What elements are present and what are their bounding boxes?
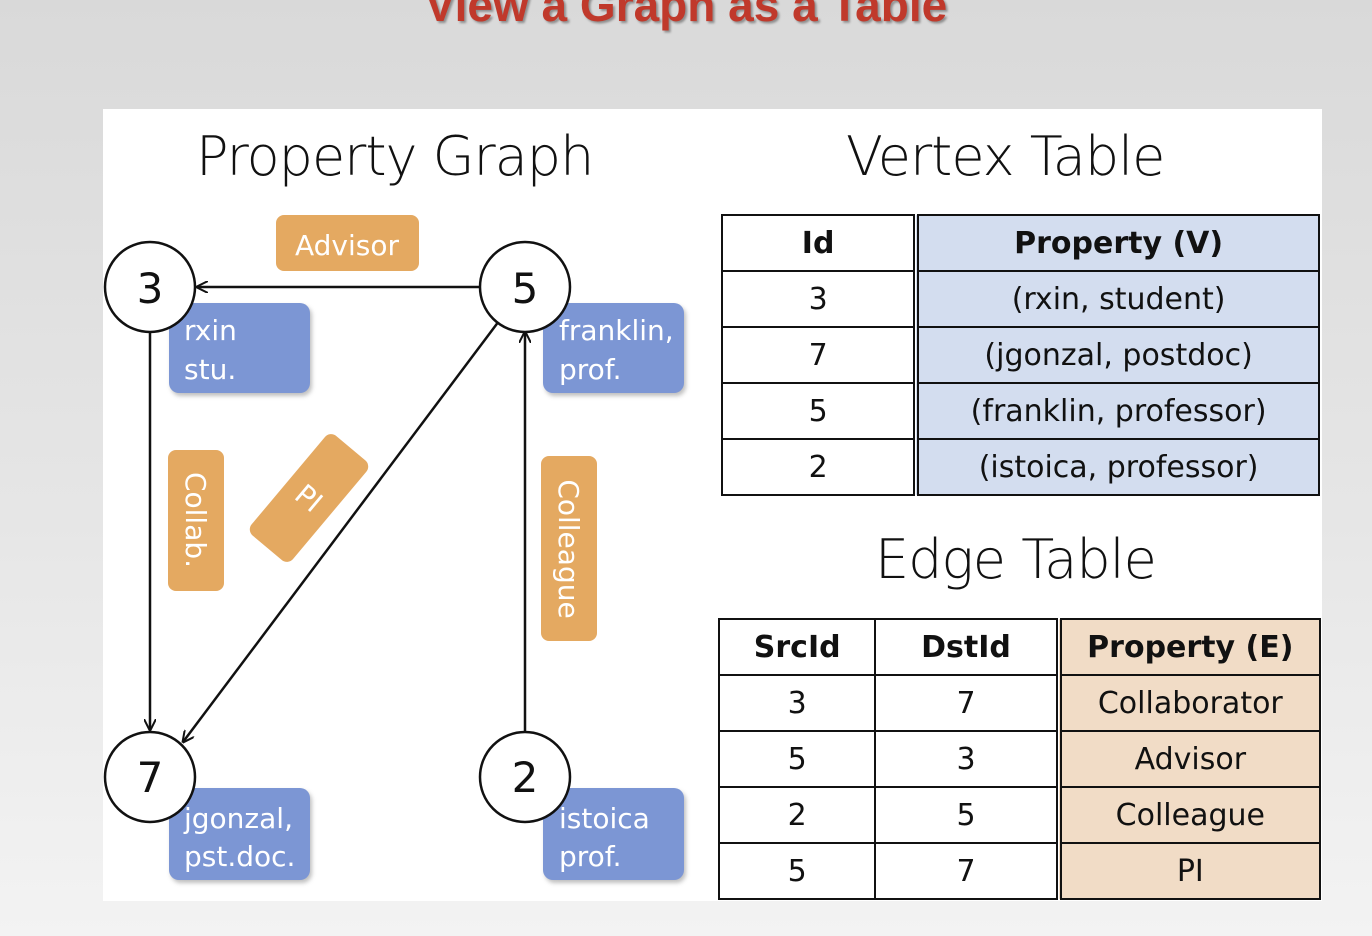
vertex-property-cell: (jgonzal, postdoc) xyxy=(913,326,1320,384)
src-id-cell: 5 xyxy=(717,730,877,788)
property-graph: Advisor Collab. PI Colleague rxin stu. f… xyxy=(103,215,684,880)
edge-property-cell: Colleague xyxy=(1055,786,1322,844)
vertex-id-cell: 7 xyxy=(720,326,918,384)
vertex-3: 3 xyxy=(103,240,197,334)
table-row: 5 3 Advisor xyxy=(717,730,1322,788)
vertex-property-cell: (rxin, student) xyxy=(913,270,1320,328)
svg-text:jgonzal,: jgonzal, xyxy=(183,802,293,835)
edge-property-cell: Advisor xyxy=(1055,730,1322,788)
dst-id-cell: 5 xyxy=(874,786,1060,844)
svg-text:prof.: prof. xyxy=(559,840,622,873)
src-id-cell: 5 xyxy=(717,842,877,900)
vertex-5: 5 xyxy=(478,240,572,334)
svg-text:5: 5 xyxy=(512,264,539,313)
edge-property-cell: PI xyxy=(1055,842,1322,900)
svg-text:prof.: prof. xyxy=(559,353,622,386)
vertex-property-cell: (franklin, professor) xyxy=(913,382,1320,440)
slide-title: View a Graph as a Table xyxy=(424,0,948,31)
column-header-property-e: Property (E) xyxy=(1055,618,1322,676)
dst-id-cell: 7 xyxy=(874,842,1060,900)
edge-table-header: SrcId DstId Property (E) xyxy=(717,618,1322,676)
vertex-id-cell: 3 xyxy=(720,270,918,328)
table-row: 5 7 PI xyxy=(717,842,1322,900)
table-row: 3 7 Collaborator xyxy=(717,674,1322,732)
svg-text:stu.: stu. xyxy=(184,353,236,386)
vertex-id-cell: 5 xyxy=(720,382,918,440)
table-row: 2 (istoica, professor) xyxy=(720,438,1320,496)
svg-text:Collab.: Collab. xyxy=(179,472,212,568)
column-header-id: Id xyxy=(720,214,918,272)
vertex-5-property: franklin, prof. xyxy=(543,303,684,393)
svg-text:pst.doc.: pst.doc. xyxy=(184,840,295,873)
edge-property-cell: Collaborator xyxy=(1055,674,1322,732)
column-header-property-v: Property (V) xyxy=(913,214,1320,272)
column-header-dstid: DstId xyxy=(874,618,1060,676)
vertex-2: 2 xyxy=(478,730,572,824)
vertex-property-cell: (istoica, professor) xyxy=(913,438,1320,496)
dst-id-cell: 3 xyxy=(874,730,1060,788)
svg-text:Advisor: Advisor xyxy=(295,229,400,262)
vertex-table-heading: Vertex Table xyxy=(846,125,1165,188)
column-header-srcid: SrcId xyxy=(717,618,877,676)
edge-label-pi: PI xyxy=(249,434,369,562)
vertex-2-property: istoica prof. xyxy=(543,788,684,880)
table-row: 3 (rxin, student) xyxy=(720,270,1320,328)
src-id-cell: 2 xyxy=(717,786,877,844)
edge-label-colleague: Colleague xyxy=(541,456,597,641)
svg-text:3: 3 xyxy=(137,264,164,313)
svg-text:7: 7 xyxy=(137,753,164,802)
svg-text:istoica: istoica xyxy=(559,802,650,835)
vertex-id-cell: 2 xyxy=(720,438,918,496)
table-row: 5 (franklin, professor) xyxy=(720,382,1320,440)
svg-text:Colleague: Colleague xyxy=(552,479,585,618)
svg-text:franklin,: franklin, xyxy=(559,314,674,347)
edge-label-advisor: Advisor xyxy=(276,215,419,271)
vertex-7-property: jgonzal, pst.doc. xyxy=(169,788,310,880)
edge-table: SrcId DstId Property (E) 3 7 Collaborato… xyxy=(717,618,1322,900)
dst-id-cell: 7 xyxy=(874,674,1060,732)
vertex-3-property: rxin stu. xyxy=(169,303,310,393)
edge-table-heading: Edge Table xyxy=(875,528,1157,591)
src-id-cell: 3 xyxy=(717,674,877,732)
vertex-table: Id Property (V) 3 (rxin, student) 7 (jgo… xyxy=(720,214,1320,496)
svg-text:rxin: rxin xyxy=(184,314,237,347)
table-row: 2 5 Colleague xyxy=(717,786,1322,844)
vertex-7: 7 xyxy=(103,730,197,824)
table-row: 7 (jgonzal, postdoc) xyxy=(720,326,1320,384)
svg-text:2: 2 xyxy=(512,753,539,802)
vertex-table-header: Id Property (V) xyxy=(720,214,1320,272)
edge-label-collab: Collab. xyxy=(168,450,224,591)
